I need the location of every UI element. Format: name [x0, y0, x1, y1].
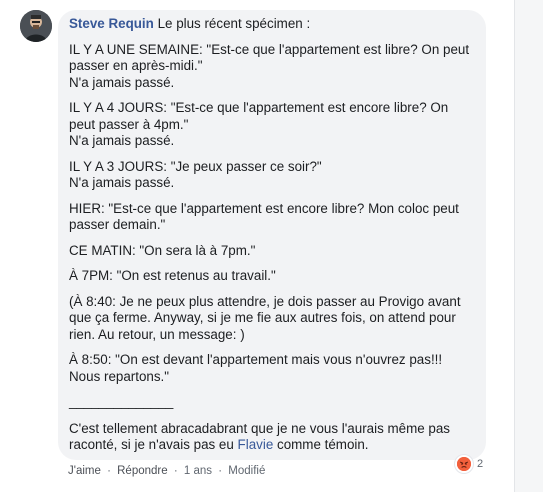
paragraph-line: HIER: "Est-ce que l'appartement est enco… [69, 200, 459, 233]
comment-intro: Le plus récent spécimen : [157, 16, 311, 31]
avatar[interactable] [20, 10, 52, 42]
comment-paragraph: À 7PM: "On est retenus au travail." [69, 268, 474, 285]
like-link[interactable]: J'aime [68, 465, 101, 477]
reply-link[interactable]: Répondre [117, 465, 168, 477]
comment-paragraph: IL Y A 3 JOURS: "Je peux passer ce soir?… [69, 159, 474, 192]
comment-paragraph: HIER: "Est-ce que l'appartement est enco… [69, 201, 474, 234]
scrollbar[interactable] [514, 0, 543, 492]
paragraph-line: IL Y A UNE SEMAINE: "Est-ce que l'appart… [69, 41, 470, 74]
paragraph-line: (À 8:40: Je ne peux plus attendre, je do… [69, 293, 461, 342]
paragraph-line: À 7PM: "On est retenus au travail." [69, 268, 276, 283]
paragraph-line: À 8:50: "On est devant l'appartement mai… [69, 352, 443, 384]
comment-closing: C'est tellement abracadabrant que je ne … [69, 421, 474, 454]
paragraph-line: N'a jamais passé. [69, 74, 175, 90]
comment-paragraph: IL Y A UNE SEMAINE: "Est-ce que l'appart… [69, 42, 474, 92]
comment-header: Steve Requin Le plus récent spécimen : [69, 16, 474, 33]
comment-actions: J'aime · Répondre · 1 ans · Modifié [68, 465, 265, 477]
paragraph-line: N'a jamais passé. [69, 133, 175, 148]
reaction-count: 2 [477, 458, 484, 470]
paragraph-line: IL Y A 3 JOURS: "Je peux passer ce soir?… [69, 158, 322, 174]
timestamp[interactable]: 1 ans [184, 465, 212, 477]
angry-reaction-icon [455, 455, 473, 473]
separator-dot: · [173, 465, 178, 477]
separator-dot: · [107, 465, 111, 477]
comment-bubble: Steve Requin Le plus récent spécimen : I… [58, 10, 486, 460]
edited-label[interactable]: Modifié [228, 465, 265, 477]
comment-paragraph: CE MATIN: "On sera là à 7pm." [69, 243, 474, 260]
paragraph-line: CE MATIN: "On sera là à 7pm." [69, 242, 256, 258]
reaction-summary[interactable]: 2 [455, 455, 483, 473]
closing-text-end: comme témoin. [273, 437, 369, 452]
avatar-photo-icon [20, 10, 52, 42]
comment-paragraph: IL Y A 4 JOURS: "Est-ce que l'appartemen… [69, 100, 474, 150]
paragraph-line: N'a jamais passé. [69, 175, 175, 190]
paragraph-line: IL Y A 4 JOURS: "Est-ce que l'appartemen… [69, 100, 449, 132]
separator-dot: · [218, 465, 223, 477]
comment-paragraph: (À 8:40: Je ne peux plus attendre, je do… [69, 294, 474, 344]
comment-paragraph: À 8:50: "On est devant l'appartement mai… [69, 352, 474, 385]
author-name[interactable]: Steve Requin [69, 16, 154, 31]
mention-link[interactable]: Flavie [238, 437, 274, 452]
separator-line: ______________ [69, 394, 174, 409]
